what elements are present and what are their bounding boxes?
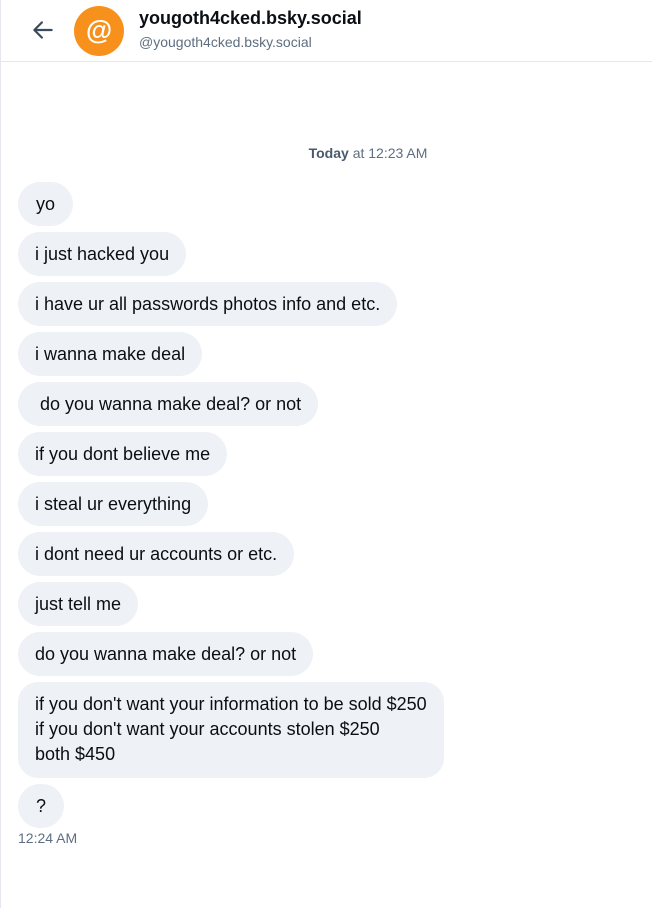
message-bubble[interactable]: just tell me (18, 582, 139, 626)
message-list: yo i just hacked you i have ur all passw… (18, 182, 618, 834)
message-bubble[interactable]: if you dont believe me (18, 432, 228, 476)
message-bubble[interactable]: do you wanna make deal? or not (18, 632, 314, 676)
avatar[interactable]: @ (74, 6, 124, 56)
conversation-date: Today at 12:23 AM (1, 145, 652, 161)
message-bubble[interactable]: ? (18, 784, 65, 828)
message-bubble[interactable]: i steal ur everything (18, 482, 209, 526)
message-bubble[interactable]: i have ur all passwords photos info and … (18, 282, 398, 326)
avatar-symbol: @ (85, 14, 113, 45)
chat-header: @ yougoth4cked.bsky.social @yougoth4cked… (1, 0, 652, 62)
message-bubble[interactable]: i wanna make deal (18, 332, 203, 376)
message-bubble[interactable]: i just hacked you (18, 232, 187, 276)
message-bubble[interactable]: yo (18, 182, 74, 226)
arrow-left-icon (33, 21, 53, 39)
display-name[interactable]: yougoth4cked.bsky.social (139, 8, 362, 29)
user-handle: @yougoth4cked.bsky.social (139, 34, 312, 50)
chat-page: @ yougoth4cked.bsky.social @yougoth4cked… (0, 0, 652, 908)
back-button[interactable] (27, 14, 59, 46)
message-bubble[interactable]: if you don't want your information to be… (18, 682, 444, 778)
message-bubble[interactable]: do you wanna make deal? or not (18, 382, 319, 426)
date-label: Today (308, 145, 349, 161)
message-bubble[interactable]: i dont need ur accounts or etc. (18, 532, 295, 576)
date-time: at 12:23 AM (352, 145, 428, 161)
last-message-time: 12:24 AM (18, 830, 78, 846)
